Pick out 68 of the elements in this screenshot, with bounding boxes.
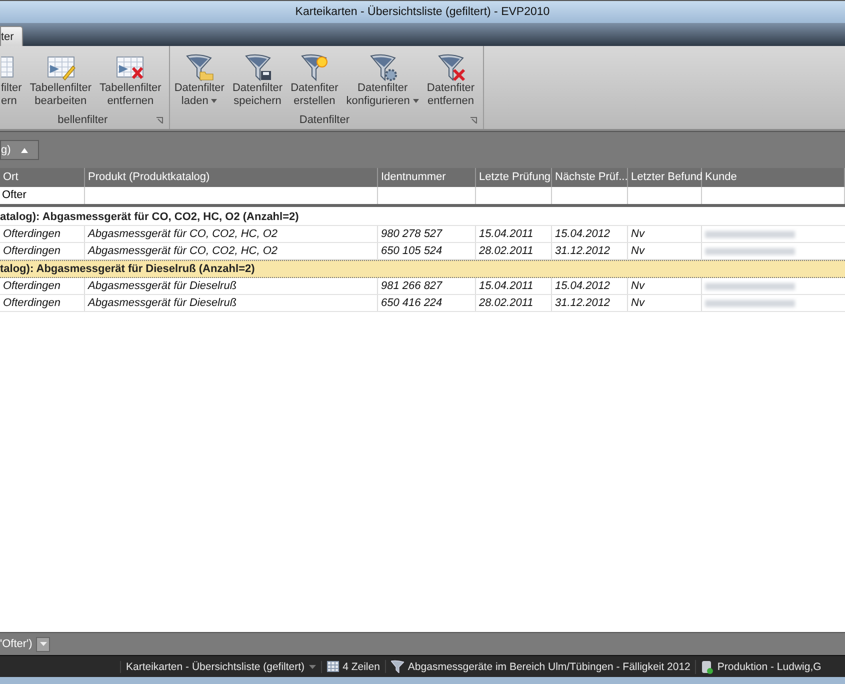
table-cell: 28.02.2011: [479, 297, 534, 309]
table-cell: 31.12.2012: [555, 245, 610, 257]
table-cell: Nv: [631, 245, 644, 257]
ribbon-button[interactable]: Tabellenfilter entfernen: [96, 50, 166, 114]
table-cell: Ofterdingen: [3, 245, 60, 257]
caret-icon: [40, 642, 47, 646]
table-cell: Ofterdingen: [3, 297, 60, 309]
sort-ascending-icon: [20, 148, 28, 152]
group-label: bellenfilter: [58, 114, 108, 126]
table-cell: Ofterdingen: [3, 280, 60, 292]
funnel-icon: [242, 52, 273, 82]
status-text: Abgasmessgeräte im Bereich Ulm/Tübingen - Fälligkeit 2012: [408, 660, 690, 672]
ribbon-button[interactable]: Datenfilter speichern: [228, 50, 287, 114]
funnel-icon: [299, 52, 330, 82]
database-icon: [701, 660, 714, 674]
table-cell: Nv: [631, 297, 644, 309]
column-header[interactable]: Ort: [0, 168, 85, 187]
funnel-icon: [390, 660, 404, 673]
filter-cell[interactable]: Ofter: [2, 189, 26, 201]
column-header[interactable]: Kunde: [702, 168, 845, 187]
table-cell: 31.12.2012: [555, 297, 610, 309]
ribbon-button[interactable]: filter ern: [0, 50, 26, 114]
table-cell: 650 416 224: [381, 297, 442, 309]
window-title: Karteikarten - Übersichtsliste (gefiltert) - EVP2010: [295, 6, 550, 18]
caret-icon: [412, 99, 419, 104]
funnel-icon: [368, 52, 398, 82]
ribbon-tab[interactable]: ter: [0, 26, 23, 46]
status-text: 4 Zeilen: [342, 660, 380, 672]
table-cell: 981 266 827: [381, 280, 442, 292]
status-text: Produktion - Ludwig,G: [717, 660, 822, 672]
column-header[interactable]: Nächste Prüf...: [552, 168, 628, 187]
table-cell: 650 105 524: [381, 245, 442, 257]
table-cell: 15.04.2012: [555, 228, 610, 240]
dialog-launcher-icon[interactable]: [156, 117, 164, 124]
group-by-chip[interactable]: g): [0, 140, 39, 160]
table-cell: Ofterdingen: [3, 228, 60, 240]
table-cell: 15.04.2011: [479, 228, 534, 240]
table-cell: Nv: [631, 228, 644, 240]
caret-icon[interactable]: [308, 664, 316, 668]
table-cell: 15.04.2012: [555, 280, 610, 292]
table-cell: 28.02.2011: [479, 245, 534, 257]
ribbon-button[interactable]: Datenfilter laden: [170, 50, 228, 114]
status-text: Karteikarten - Übersichtsliste (gefiltert): [126, 660, 305, 672]
group-row[interactable]: talog): Abgasmessgerät für Dieselruß (Anzahl=2): [0, 260, 845, 278]
column-header[interactable]: Produkt (Produktkatalog): [85, 168, 378, 187]
grid-icon: [326, 661, 339, 672]
ribbon-button[interactable]: Datenfiter entfernen: [422, 50, 479, 114]
ribbon-button[interactable]: Datenfiter erstellen: [286, 50, 342, 114]
column-header[interactable]: Letzte Prüfung: [476, 168, 552, 187]
funnel-icon: [184, 52, 214, 82]
ribbon-button[interactable]: Tabellenfilter bearbeiten: [26, 50, 96, 114]
ribbon-button[interactable]: Datenfilter konfigurieren: [342, 50, 423, 114]
group-row[interactable]: atalog): Abgasmessgerät für CO, CO2, HC, O2 (Anzahl=2): [0, 209, 845, 226]
table-cell: 980 278 527: [381, 228, 442, 240]
table-cell: Nv: [631, 280, 644, 292]
table-cell: Abgasmessgerät für CO, CO2, HC, O2: [88, 245, 278, 257]
column-header[interactable]: Identnummer: [378, 168, 476, 187]
table-cell: Abgasmessgerät für Dieselruß: [88, 280, 237, 292]
table-cell: 15.04.2011: [479, 280, 534, 292]
table-cell: Abgasmessgerät für CO, CO2, HC, O2: [88, 228, 278, 240]
filter-expression: 'Ofter'): [0, 638, 32, 650]
funnel-icon: [436, 52, 466, 82]
dropdown-button[interactable]: [36, 636, 50, 652]
caret-icon: [211, 99, 218, 104]
dialog-launcher-icon[interactable]: [470, 117, 477, 124]
group-label: Datenfilter: [299, 114, 350, 126]
column-header[interactable]: Letzter Befund: [628, 168, 702, 187]
table-cell: Abgasmessgerät für Dieselruß: [88, 297, 237, 309]
